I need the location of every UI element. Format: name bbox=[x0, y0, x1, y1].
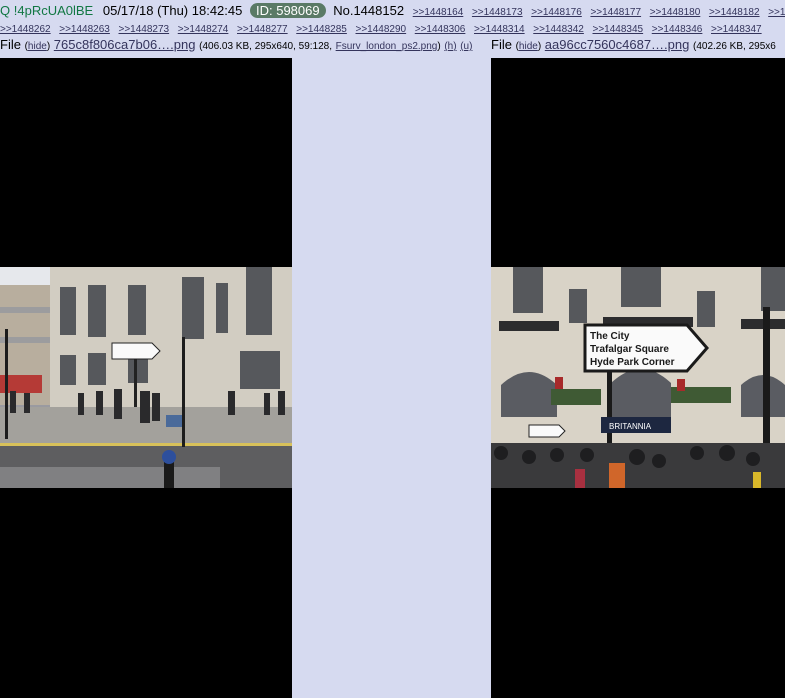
quotelink[interactable]: >>1448182 bbox=[709, 7, 760, 18]
quotelink[interactable]: >>1448164 bbox=[413, 7, 464, 18]
file-info-1: File (hide) 765c8f806ca7b06….png (406.03… bbox=[0, 37, 473, 52]
tripcode: !4pRcUA0lBE bbox=[13, 3, 94, 18]
street-photo-1 bbox=[0, 267, 292, 488]
quotelink[interactable]: >>1448273 bbox=[119, 24, 170, 35]
image-thumbnail-2[interactable]: The City Trafalgar Square Hyde Park Corn… bbox=[491, 58, 785, 698]
quotelink[interactable]: >>1448176 bbox=[531, 7, 582, 18]
original-filename-link[interactable]: Fsurv_london_ps2.png bbox=[336, 41, 438, 52]
quotelink[interactable]: >>1448306 bbox=[415, 24, 466, 35]
street-photo-2: The City Trafalgar Square Hyde Park Corn… bbox=[491, 267, 785, 488]
poster-id-badge[interactable]: ID: 598069 bbox=[249, 3, 326, 18]
quotelink[interactable]: >>1448 bbox=[768, 7, 785, 18]
h-link[interactable]: (h) bbox=[444, 41, 456, 52]
backlinks: >>1448262 >>1448263 >>1448273 >>1448274 … bbox=[0, 20, 785, 35]
quotelink[interactable]: >>1448262 bbox=[0, 24, 51, 35]
quotelink[interactable]: >>1448177 bbox=[590, 7, 641, 18]
sign-line-3: Hyde Park Corner bbox=[590, 357, 675, 368]
hide-link[interactable]: hide bbox=[28, 41, 47, 52]
file-prefix: File bbox=[0, 37, 21, 52]
quotelink[interactable]: >>1448180 bbox=[650, 7, 701, 18]
quotelink[interactable]: >>1448274 bbox=[178, 24, 229, 35]
shop-sign: BRITANNIA bbox=[609, 422, 652, 431]
file-info-2: File (hide) aa96cc7560c4687….png (402.26… bbox=[491, 37, 776, 52]
file-name-link[interactable]: aa96cc7560c4687….png bbox=[545, 37, 690, 52]
file-name-link[interactable]: 765c8f806ca7b06….png bbox=[54, 37, 196, 52]
quotelink[interactable]: >>1448346 bbox=[652, 24, 703, 35]
file-info-row: File (hide) 765c8f806ca7b06….png (406.03… bbox=[0, 37, 785, 53]
image-thumbnail-1[interactable] bbox=[0, 58, 292, 698]
file-meta: (406.03 KB, 295x640, 59:128, bbox=[199, 41, 332, 52]
quotelink[interactable]: >>1448290 bbox=[356, 24, 407, 35]
hide-link[interactable]: hide bbox=[519, 41, 538, 52]
quotelink[interactable]: >>1448277 bbox=[237, 24, 288, 35]
quotelink[interactable]: >>1448345 bbox=[593, 24, 644, 35]
sign-line-1: The City bbox=[590, 331, 630, 342]
sign-line-2: Trafalgar Square bbox=[590, 344, 669, 355]
quotelink[interactable]: >>1448314 bbox=[474, 24, 525, 35]
file-meta: (402.26 KB, 295x6 bbox=[692, 41, 776, 52]
quotelink[interactable]: >>1448263 bbox=[59, 24, 110, 35]
quotelink[interactable]: >>1448342 bbox=[533, 24, 584, 35]
post-date: 05/17/18 (Thu) 18:42:45 bbox=[102, 3, 243, 18]
post-number[interactable]: No.1448152 bbox=[333, 3, 404, 18]
post-header: Q !4pRcUA0lBE 05/17/18 (Thu) 18:42:45 ID… bbox=[0, 3, 785, 19]
file-prefix: File bbox=[491, 37, 512, 52]
u-link[interactable]: (u) bbox=[460, 41, 472, 52]
quotelink[interactable]: >>1448285 bbox=[296, 24, 347, 35]
quotelink[interactable]: >>1448347 bbox=[711, 24, 762, 35]
quotelink[interactable]: >>1448173 bbox=[472, 7, 523, 18]
trip-q: Q bbox=[0, 3, 11, 18]
